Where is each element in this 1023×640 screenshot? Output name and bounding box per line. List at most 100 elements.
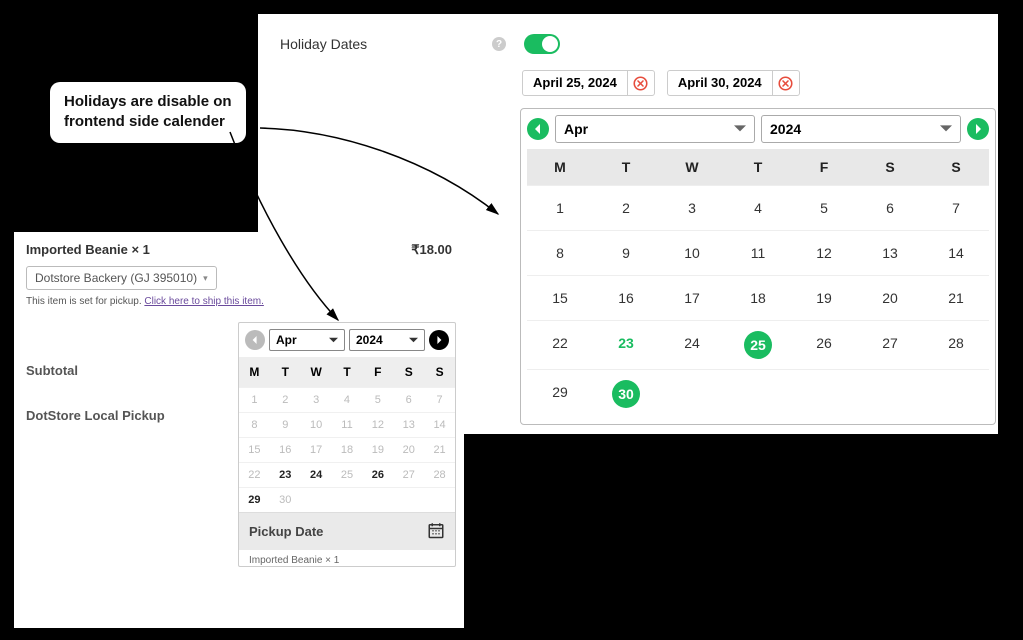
calendar-day	[393, 487, 424, 512]
calendar-day[interactable]: 7	[923, 185, 989, 230]
calendar-day[interactable]: 1	[527, 185, 593, 230]
calendar-day[interactable]: 29	[239, 487, 270, 512]
calendar-day[interactable]: 3	[659, 185, 725, 230]
chip-label: April 25, 2024	[523, 70, 628, 96]
dow-header: T	[725, 149, 791, 185]
calendar-day[interactable]: 11	[725, 230, 791, 275]
calendar-day[interactable]: 9	[593, 230, 659, 275]
calendar-day[interactable]: 8	[527, 230, 593, 275]
calendar-day[interactable]: 17	[659, 275, 725, 320]
dow-header: F	[362, 357, 393, 387]
year-select[interactable]: 2024	[761, 115, 961, 143]
calendar-day[interactable]: 15	[527, 275, 593, 320]
calendar-day[interactable]: 5	[791, 185, 857, 230]
dow-header: T	[332, 357, 363, 387]
dow-header: T	[593, 149, 659, 185]
dow-header: S	[424, 357, 455, 387]
chip-delete-button[interactable]	[628, 70, 654, 96]
checkout-panel: Imported Beanie × 1 ₹18.00 Dotstore Back…	[14, 232, 464, 628]
dow-header: W	[659, 149, 725, 185]
month-value: Apr	[276, 333, 297, 347]
calendar-day: 5	[362, 387, 393, 412]
calendar-day[interactable]: 24	[301, 462, 332, 487]
calendar-day: 9	[270, 412, 301, 437]
calendar-day[interactable]: 19	[791, 275, 857, 320]
calendar-day	[332, 487, 363, 512]
calendar-day[interactable]: 20	[857, 275, 923, 320]
calendar-day: 10	[301, 412, 332, 437]
prev-month-button	[245, 330, 265, 350]
calendar-day[interactable]: 14	[923, 230, 989, 275]
calendar-day	[659, 369, 725, 418]
prev-month-button[interactable]	[527, 118, 549, 140]
calendar-icon[interactable]	[427, 521, 445, 542]
calendar-day: 22	[239, 462, 270, 487]
month-value: Apr	[564, 121, 588, 137]
calendar-day[interactable]: 4	[725, 185, 791, 230]
calendar-day: 16	[270, 437, 301, 462]
dow-header: W	[301, 357, 332, 387]
calendar-day[interactable]: 12	[791, 230, 857, 275]
holiday-chip: April 25, 2024	[522, 70, 655, 96]
calendar-day[interactable]: 10	[659, 230, 725, 275]
calendar-day[interactable]: 16	[593, 275, 659, 320]
calendar-day[interactable]: 2	[593, 185, 659, 230]
annotation-callout: Holidays are disable on frontend side ca…	[50, 82, 246, 143]
calendar-day: 7	[424, 387, 455, 412]
calendar-day[interactable]: 30	[593, 369, 659, 418]
calendar-day: 3	[301, 387, 332, 412]
calendar-day	[923, 369, 989, 418]
calendar-day: 15	[239, 437, 270, 462]
calendar-day[interactable]: 29	[527, 369, 593, 418]
calendar-day[interactable]: 23	[593, 320, 659, 369]
calendar-day[interactable]: 27	[857, 320, 923, 369]
calendar-day[interactable]: 22	[527, 320, 593, 369]
pickup-note: This item is set for pickup. Click here …	[26, 296, 452, 307]
calendar-day: 30	[270, 487, 301, 512]
calendar-day[interactable]: 24	[659, 320, 725, 369]
calendar-day[interactable]: 26	[362, 462, 393, 487]
calendar-day: 19	[362, 437, 393, 462]
holiday-chips: April 25, 2024 April 30, 2024	[522, 70, 984, 96]
month-select[interactable]: Apr	[555, 115, 755, 143]
pickup-date-label: Pickup Date	[249, 524, 323, 539]
holiday-chip: April 30, 2024	[667, 70, 800, 96]
month-select[interactable]: Apr	[269, 329, 345, 351]
year-select[interactable]: 2024	[349, 329, 425, 351]
calendar-day: 6	[393, 387, 424, 412]
calendar-day: 2	[270, 387, 301, 412]
holiday-toggle[interactable]	[524, 34, 560, 54]
calendar-day	[857, 369, 923, 418]
calendar-day: 18	[332, 437, 363, 462]
calendar-day[interactable]: 26	[791, 320, 857, 369]
calendar-day	[301, 487, 332, 512]
admin-calendar: Apr 2024 MTWTFSS123456789101112131415161…	[520, 108, 996, 425]
footer-item: Imported Beanie × 1	[239, 550, 455, 566]
calendar-day: 27	[393, 462, 424, 487]
calendar-day[interactable]: 28	[923, 320, 989, 369]
calendar-day[interactable]: 21	[923, 275, 989, 320]
calendar-day: 12	[362, 412, 393, 437]
calendar-day: 21	[424, 437, 455, 462]
calendar-day[interactable]: 6	[857, 185, 923, 230]
ship-item-link[interactable]: Click here to ship this item.	[144, 296, 264, 307]
calendar-day	[791, 369, 857, 418]
help-icon[interactable]: ?	[492, 37, 506, 51]
calendar-day: 14	[424, 412, 455, 437]
calendar-day[interactable]: 23	[270, 462, 301, 487]
store-value: Dotstore Backery (GJ 395010)	[35, 271, 197, 285]
calendar-day[interactable]: 13	[857, 230, 923, 275]
holiday-dates-label: Holiday Dates	[280, 36, 480, 52]
dow-header: F	[791, 149, 857, 185]
dow-header: S	[923, 149, 989, 185]
calendar-day[interactable]: 18	[725, 275, 791, 320]
calendar-day: 1	[239, 387, 270, 412]
calendar-day[interactable]: 25	[725, 320, 791, 369]
next-month-button[interactable]	[967, 118, 989, 140]
store-select[interactable]: Dotstore Backery (GJ 395010)	[26, 266, 217, 290]
next-month-button[interactable]	[429, 330, 449, 350]
chip-delete-button[interactable]	[773, 70, 799, 96]
year-value: 2024	[356, 333, 383, 347]
calendar-day	[424, 487, 455, 512]
calendar-day: 8	[239, 412, 270, 437]
